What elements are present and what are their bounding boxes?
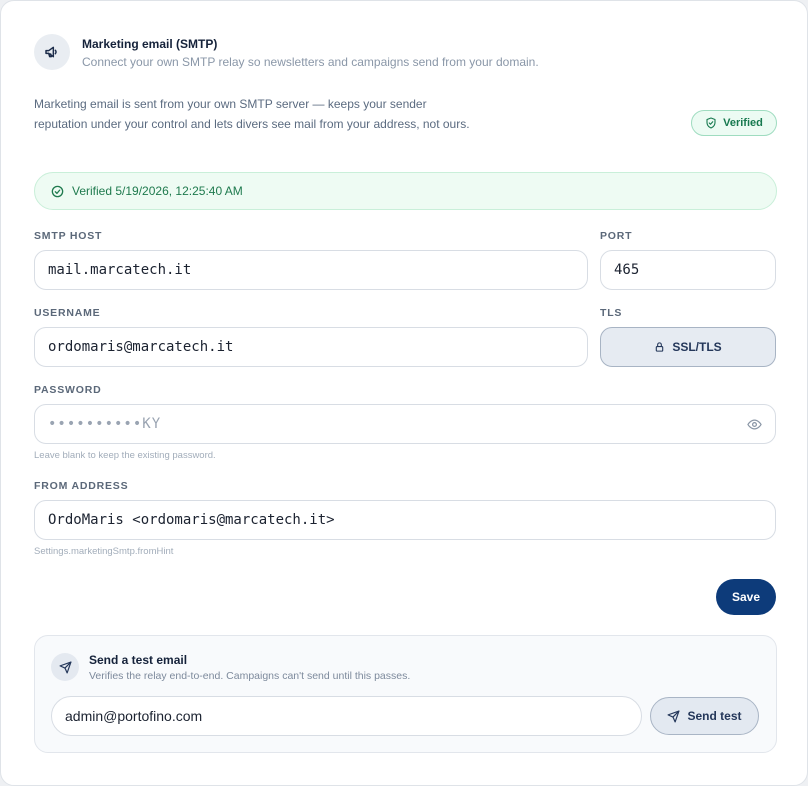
check-circle-icon: [51, 185, 64, 198]
smtp-host-label: SMTP HOST: [34, 230, 103, 242]
from-address-input[interactable]: OrdoMaris <ordomaris@marcatech.it>: [34, 500, 776, 540]
username-value: ordomaris@marcatech.it: [48, 339, 234, 355]
smtp-host-value: mail.marcatech.it: [48, 262, 192, 278]
section-subtitle: Connect your own SMTP relay so newslette…: [82, 55, 539, 69]
tls-label: TLS: [600, 307, 623, 319]
smtp-host-input[interactable]: mail.marcatech.it: [34, 250, 588, 290]
username-label: USERNAME: [34, 307, 101, 319]
test-recipient-input[interactable]: admin@portofino.com: [51, 696, 642, 736]
from-address-value: OrdoMaris <ordomaris@marcatech.it>: [48, 512, 335, 528]
test-recipient-value: admin@portofino.com: [65, 708, 203, 724]
from-address-hint: Settings.marketingSmtp.fromHint: [34, 546, 174, 557]
port-label: PORT: [600, 230, 633, 242]
megaphone-icon: [34, 34, 70, 70]
lock-icon: [654, 341, 665, 353]
password-placeholder: ••••••••••KY: [48, 416, 162, 432]
eye-icon[interactable]: [746, 416, 762, 432]
password-hint: Leave blank to keep the existing passwor…: [34, 450, 216, 461]
smtp-settings-card: Marketing email (SMTP) Connect your own …: [0, 0, 808, 786]
port-value: 465: [614, 262, 640, 278]
section-title: Marketing email (SMTP): [82, 37, 218, 51]
section-description: Marketing email is sent from your own SM…: [34, 97, 470, 131]
send-test-icon: [667, 709, 680, 723]
username-input[interactable]: ordomaris@marcatech.it: [34, 327, 588, 367]
send-test-button[interactable]: Send test: [650, 697, 759, 735]
port-input[interactable]: 465: [600, 250, 776, 290]
verified-status-badge: Verified: [691, 110, 777, 136]
password-input[interactable]: ••••••••••KY: [34, 404, 776, 444]
verified-badge-label: Verified: [723, 117, 763, 129]
verified-banner-text: Verified 5/19/2026, 12:25:40 AM: [72, 184, 243, 198]
tls-toggle-button[interactable]: SSL/TLS: [600, 327, 776, 367]
from-address-label: FROM ADDRESS: [34, 480, 129, 492]
send-icon: [51, 653, 79, 681]
save-button[interactable]: Save: [716, 579, 776, 615]
verified-banner: Verified 5/19/2026, 12:25:40 AM: [34, 172, 777, 210]
test-email-title: Send a test email: [89, 653, 188, 667]
test-email-subtitle: Verifies the relay end-to-end. Campaigns…: [89, 670, 411, 682]
shield-check-icon: [705, 117, 717, 129]
password-label: PASSWORD: [34, 384, 102, 396]
send-test-label: Send test: [687, 709, 742, 723]
tls-value: SSL/TLS: [672, 340, 722, 354]
